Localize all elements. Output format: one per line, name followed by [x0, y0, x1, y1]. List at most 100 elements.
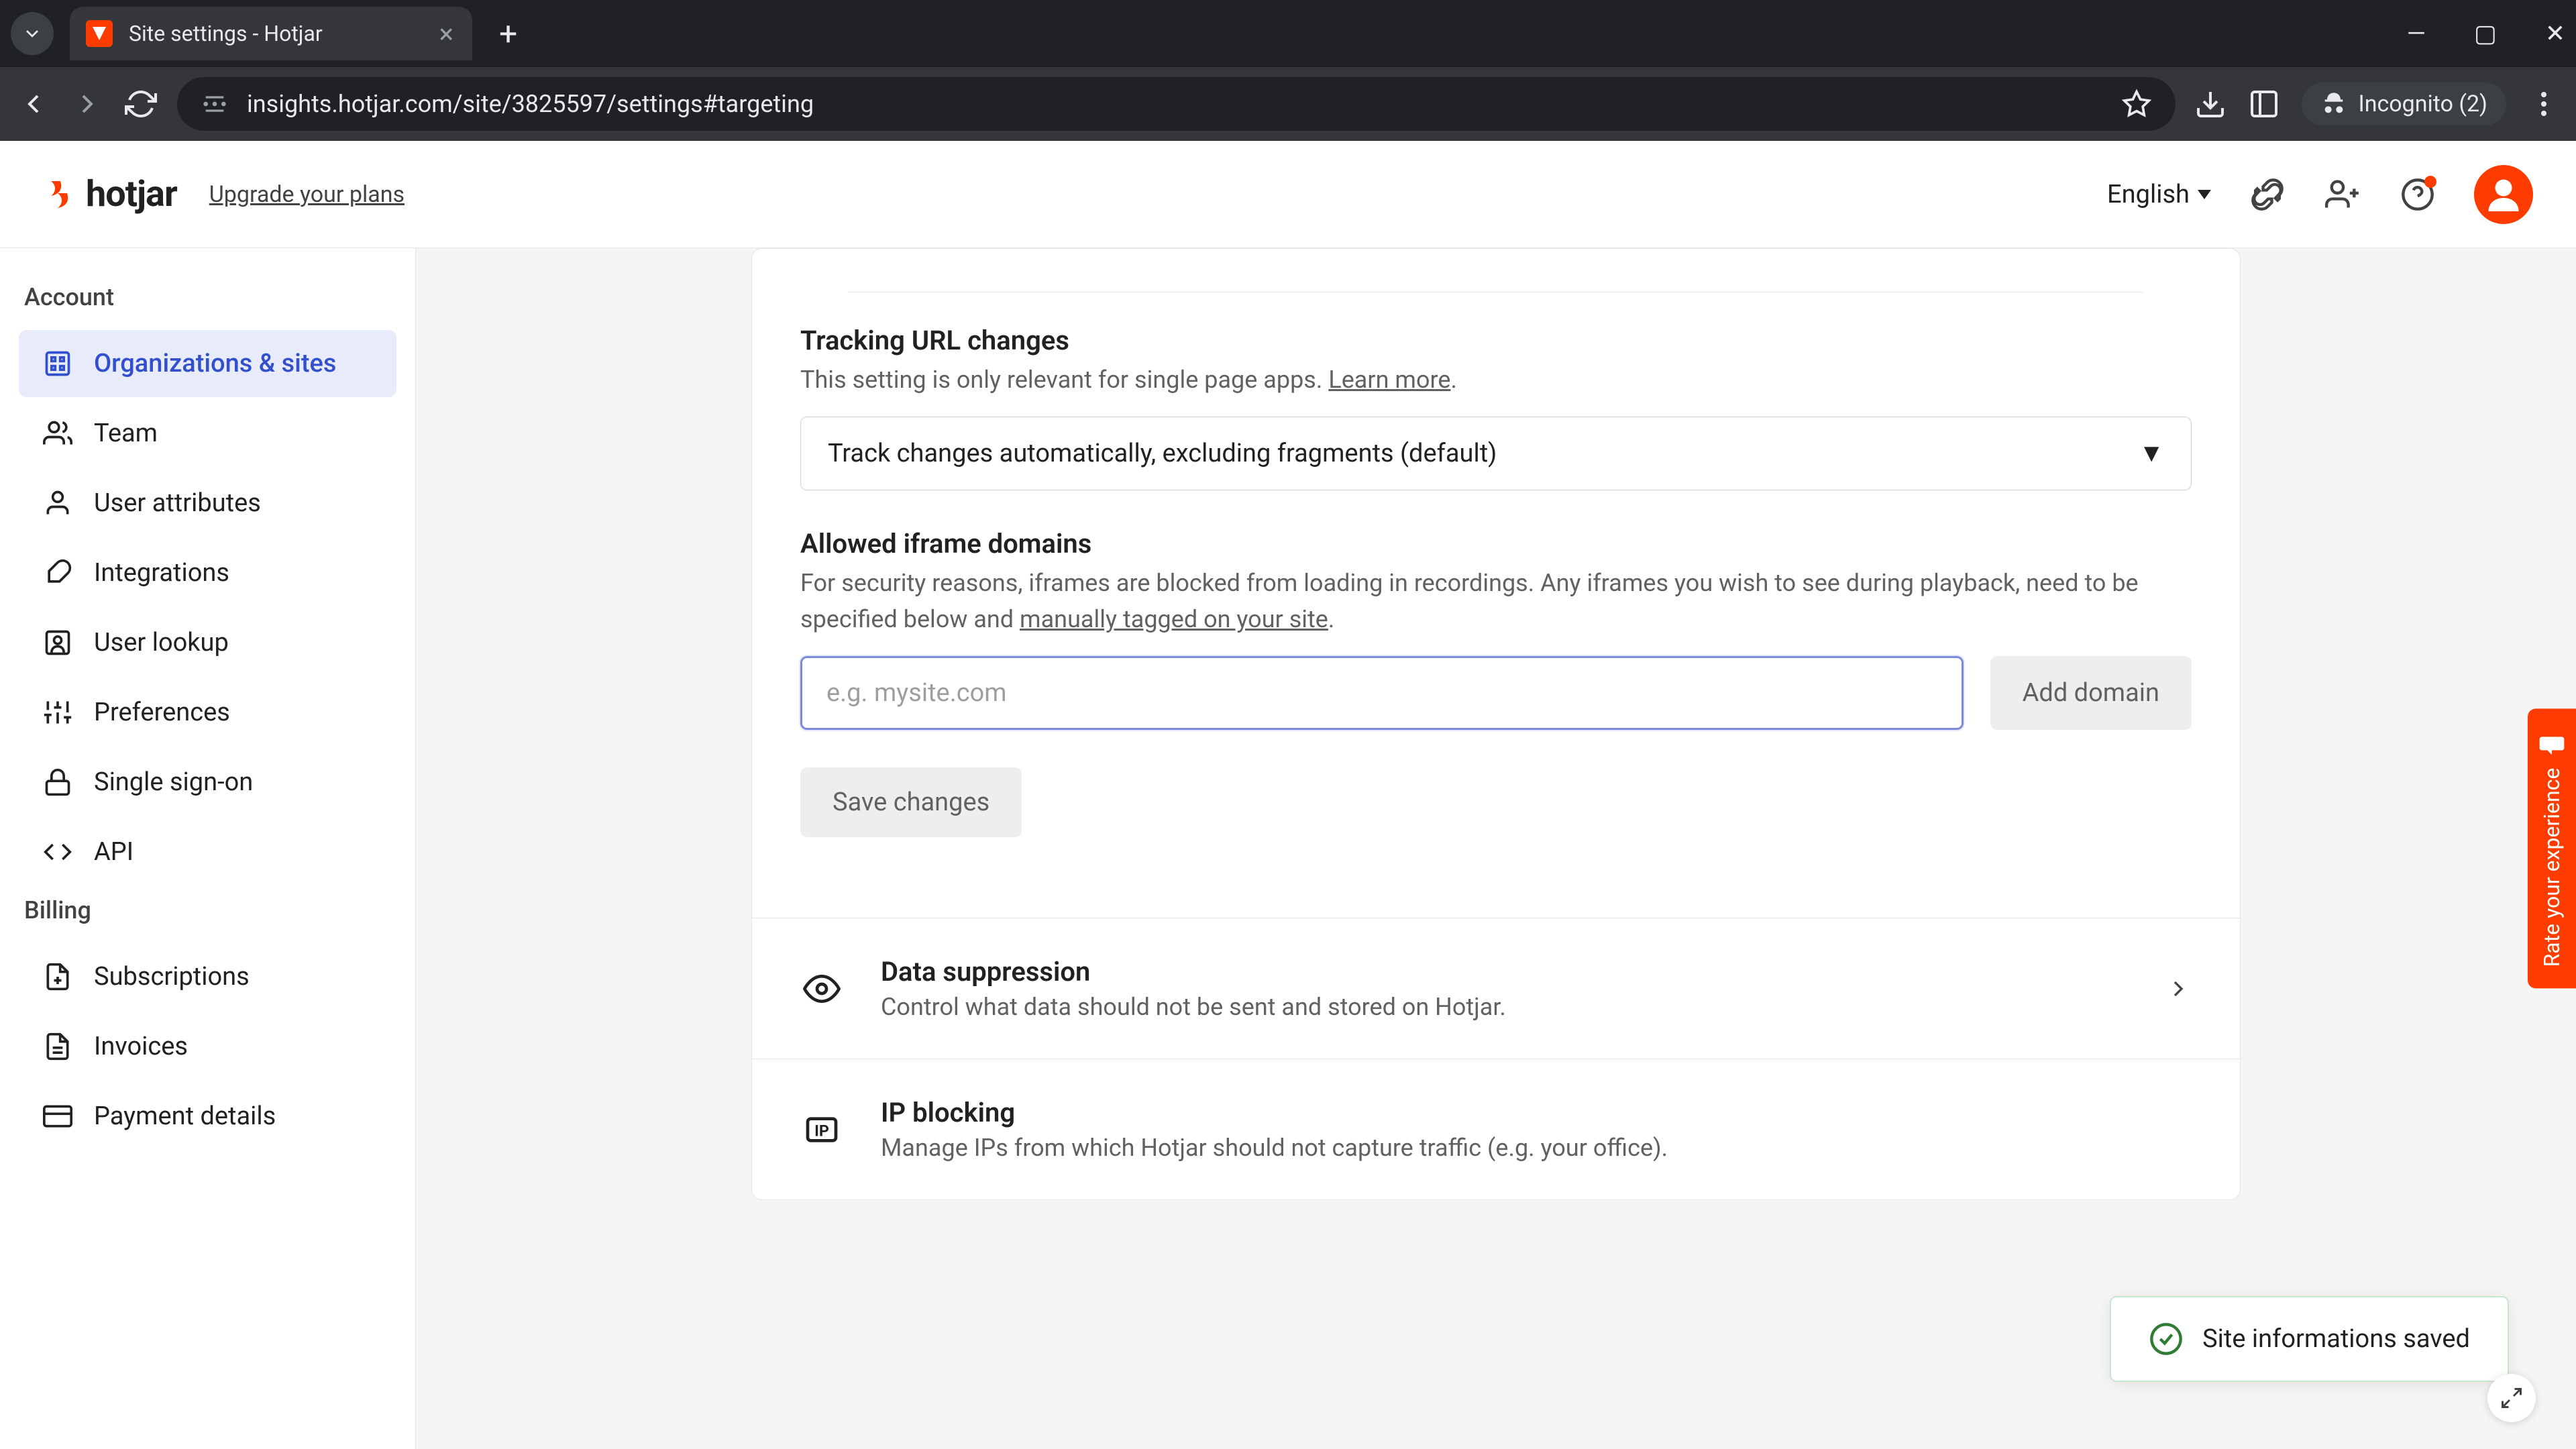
app-body: Account Organizations & sites Team User …	[0, 248, 2576, 1449]
url-actions: Incognito (2)	[2194, 83, 2560, 125]
incognito-icon	[2320, 91, 2347, 117]
tracking-url-group: Tracking URL changes This setting is onl…	[800, 325, 2192, 490]
sidebar-item-payment-details[interactable]: Payment details	[19, 1083, 396, 1150]
incognito-label: Incognito (2)	[2358, 91, 2487, 117]
tracking-select[interactable]: Track changes automatically, excluding f…	[800, 417, 2192, 490]
check-circle-icon	[2149, 1322, 2184, 1356]
sidebar-item-organizations[interactable]: Organizations & sites	[19, 330, 396, 397]
toast-message: Site informations saved	[2202, 1324, 2470, 1354]
sidebar-item-label: Integrations	[94, 558, 229, 588]
header-right: English	[2107, 165, 2533, 224]
sidebar-item-invoices[interactable]: Invoices	[19, 1013, 396, 1080]
feedback-label: Rate your experience	[2539, 768, 2565, 967]
maximize-button[interactable]: ▢	[2474, 19, 2497, 48]
reader-icon[interactable]	[2248, 88, 2280, 120]
data-suppression-title: Data suppression	[881, 956, 2127, 987]
language-label: English	[2107, 180, 2190, 209]
reload-button[interactable]	[123, 87, 158, 121]
chat-icon	[2538, 731, 2565, 757]
chevron-right-icon	[2165, 975, 2192, 1002]
sidebar: Account Organizations & sites Team User …	[0, 248, 416, 1449]
chevron-down-icon	[2198, 190, 2211, 199]
site-info-icon[interactable]	[201, 91, 228, 117]
tracking-title: Tracking URL changes	[800, 325, 2192, 356]
logo-text: hotjar	[86, 173, 177, 215]
logo[interactable]: hotjar	[43, 173, 177, 215]
sidebar-item-label: Preferences	[94, 698, 230, 727]
sidebar-item-label: API	[94, 837, 133, 867]
toast: Site informations saved	[2110, 1296, 2509, 1382]
sidebar-item-team[interactable]: Team	[19, 400, 396, 467]
sidebar-item-user-lookup[interactable]: User lookup	[19, 609, 396, 676]
url-box[interactable]: insights.hotjar.com/site/3825597/setting…	[177, 77, 2176, 131]
forward-button[interactable]	[70, 87, 105, 121]
manually-tagged-link[interactable]: manually tagged on your site	[1020, 605, 1328, 633]
avatar[interactable]	[2474, 165, 2533, 224]
incognito-badge[interactable]: Incognito (2)	[2302, 83, 2506, 125]
browser-menu-icon[interactable]	[2528, 88, 2560, 120]
integrations-icon[interactable]	[2249, 176, 2286, 213]
sidebar-item-label: User lookup	[94, 628, 229, 657]
browser-chrome: Site settings - Hotjar × + — ▢ ✕ insight…	[0, 0, 2576, 141]
chevron-down-icon: ▼	[2139, 439, 2164, 468]
select-value: Track changes automatically, excluding f…	[828, 439, 1497, 468]
sidebar-item-subscriptions[interactable]: Subscriptions	[19, 943, 396, 1010]
domain-input[interactable]	[800, 656, 1964, 730]
svg-text:IP: IP	[814, 1121, 829, 1140]
tracking-desc: This setting is only relevant for single…	[800, 362, 2192, 398]
sidebar-section-billing: Billing	[0, 888, 415, 941]
sidebar-item-user-attributes[interactable]: User attributes	[19, 470, 396, 537]
url-text: insights.hotjar.com/site/3825597/setting…	[247, 90, 2103, 118]
downloads-icon[interactable]	[2194, 88, 2226, 120]
tab-favicon-icon	[86, 20, 113, 47]
sidebar-item-label: Organizations & sites	[94, 349, 336, 378]
logo-mark-icon	[43, 178, 75, 211]
help-icon[interactable]	[2399, 176, 2436, 213]
notification-dot-icon	[2424, 176, 2436, 188]
ip-blocking-desc: Manage IPs from which Hotjar should not …	[881, 1134, 2192, 1162]
minimize-button[interactable]: —	[2407, 19, 2426, 48]
bookmark-icon[interactable]	[2122, 89, 2151, 119]
ip-icon: IP	[800, 1108, 843, 1151]
data-suppression-desc: Control what data should not be sent and…	[881, 993, 2127, 1021]
main-content: Tracking URL changes This setting is onl…	[416, 248, 2576, 1449]
tab-search-button[interactable]	[11, 12, 54, 55]
address-bar: insights.hotjar.com/site/3825597/setting…	[0, 67, 2576, 141]
upgrade-link[interactable]: Upgrade your plans	[209, 181, 405, 208]
close-window-button[interactable]: ✕	[2545, 19, 2565, 48]
sidebar-item-preferences[interactable]: Preferences	[19, 679, 396, 746]
language-select[interactable]: English	[2107, 180, 2211, 209]
invite-icon[interactable]	[2324, 176, 2361, 213]
expand-button[interactable]	[2487, 1374, 2536, 1422]
sidebar-section-account: Account	[0, 275, 415, 327]
new-tab-button[interactable]: +	[499, 15, 517, 53]
tab-bar: Site settings - Hotjar × + — ▢ ✕	[0, 0, 2576, 67]
data-suppression-row[interactable]: Data suppression Control what data shoul…	[752, 918, 2240, 1059]
sidebar-item-label: User attributes	[94, 488, 261, 518]
iframe-domains-group: Allowed iframe domains For security reas…	[800, 528, 2192, 837]
app-header: hotjar Upgrade your plans English	[0, 141, 2576, 248]
feedback-tab[interactable]: Rate your experience	[2528, 709, 2576, 989]
sidebar-item-label: Single sign-on	[94, 767, 253, 797]
tab-title: Site settings - Hotjar	[129, 21, 323, 46]
sidebar-item-api[interactable]: API	[19, 818, 396, 885]
sidebar-item-integrations[interactable]: Integrations	[19, 539, 396, 606]
sidebar-item-label: Payment details	[94, 1102, 276, 1131]
app: hotjar Upgrade your plans English	[0, 141, 2576, 1449]
sidebar-item-label: Invoices	[94, 1032, 188, 1061]
iframe-title: Allowed iframe domains	[800, 528, 2192, 559]
eye-icon	[800, 967, 843, 1010]
settings-card: Tracking URL changes This setting is onl…	[751, 248, 2241, 1200]
add-domain-button[interactable]: Add domain	[1990, 656, 2192, 730]
sidebar-item-label: Subscriptions	[94, 962, 250, 991]
learn-more-link[interactable]: Learn more	[1328, 366, 1450, 394]
sidebar-item-label: Team	[94, 419, 158, 448]
back-button[interactable]	[16, 87, 51, 121]
tab-close-button[interactable]: ×	[439, 18, 453, 50]
ip-blocking-title: IP blocking	[881, 1097, 2192, 1128]
browser-tab[interactable]: Site settings - Hotjar ×	[70, 7, 472, 60]
ip-blocking-row[interactable]: IP IP blocking Manage IPs from which Hot…	[752, 1059, 2240, 1199]
save-changes-button[interactable]: Save changes	[800, 767, 1022, 837]
sidebar-item-sso[interactable]: Single sign-on	[19, 749, 396, 816]
iframe-desc: For security reasons, iframes are blocke…	[800, 565, 2192, 637]
